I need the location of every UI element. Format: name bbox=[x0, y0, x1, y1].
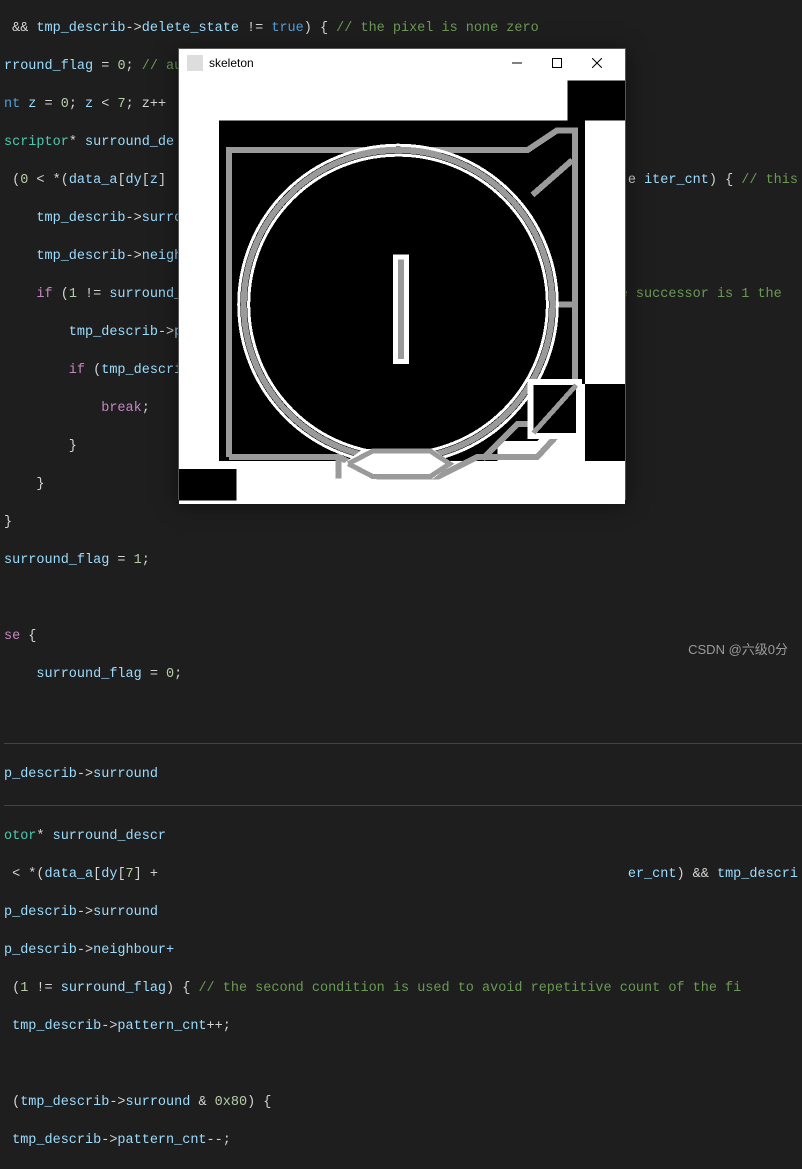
fold-separator bbox=[4, 805, 802, 806]
window-titlebar[interactable]: skeleton bbox=[179, 49, 625, 77]
fold-separator bbox=[4, 743, 802, 744]
minimize-button[interactable] bbox=[497, 49, 537, 77]
app-icon bbox=[187, 55, 203, 71]
skeleton-window[interactable]: skeleton bbox=[178, 48, 626, 500]
close-button[interactable] bbox=[577, 49, 617, 77]
maximize-button[interactable] bbox=[537, 49, 577, 77]
window-title: skeleton bbox=[209, 54, 497, 73]
window-content bbox=[179, 77, 625, 504]
skeleton-image bbox=[179, 77, 625, 504]
watermark: CSDN @六级0分 bbox=[688, 640, 788, 659]
